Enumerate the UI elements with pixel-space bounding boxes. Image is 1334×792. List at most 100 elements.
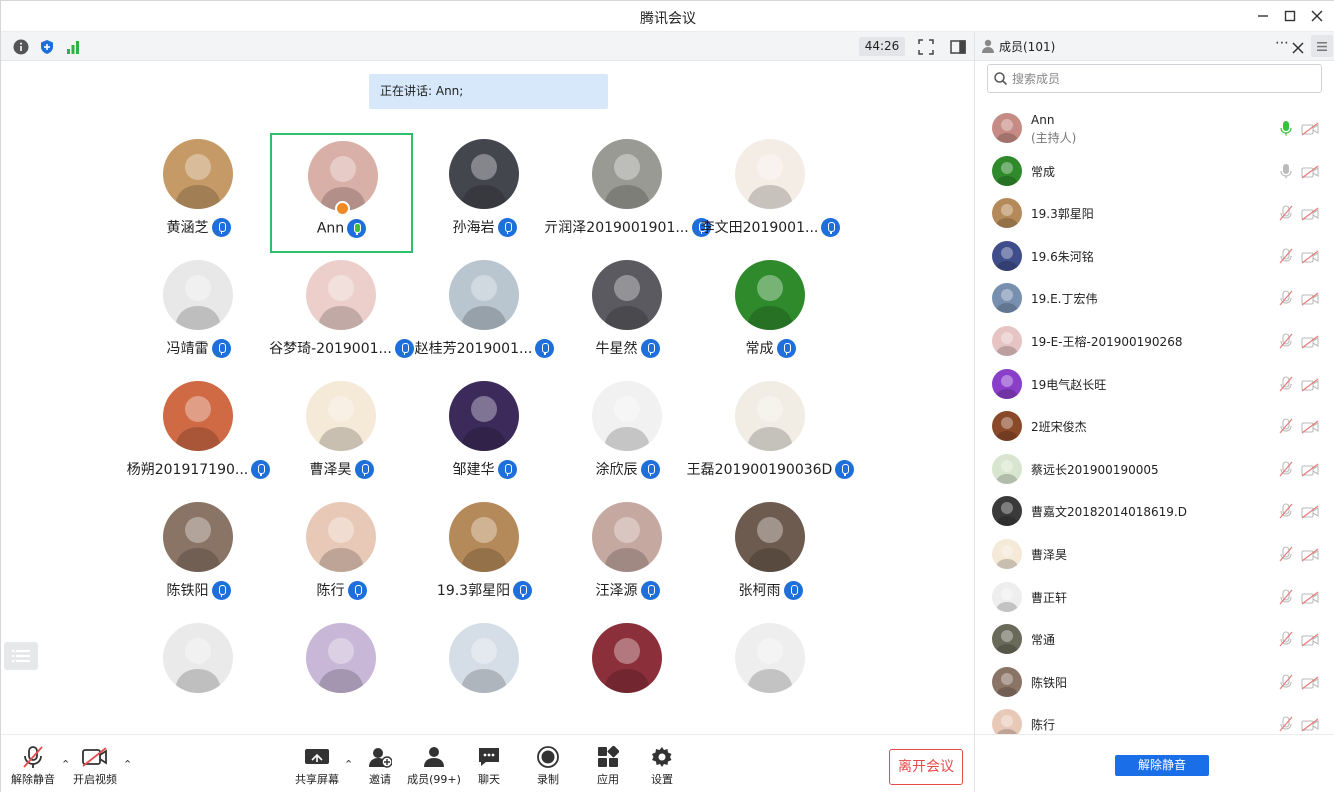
mic-muted-icon[interactable] xyxy=(1279,418,1293,434)
participant-tile[interactable]: 19.3郭星阳 xyxy=(413,496,556,616)
maximize-icon[interactable] xyxy=(1279,5,1301,27)
window-title: 腾讯会议 xyxy=(640,11,696,27)
fullscreen-icon[interactable] xyxy=(917,38,935,56)
member-search-input[interactable] xyxy=(1012,69,1312,89)
video-off-icon[interactable] xyxy=(1301,590,1319,605)
participant-tile[interactable]: 邹建华 xyxy=(413,375,556,495)
member-row[interactable]: 19.3郭星阳 xyxy=(975,191,1334,234)
start-video-button[interactable]: 开启视频 xyxy=(65,745,125,787)
chat-button[interactable]: 聊天 xyxy=(459,745,519,787)
mic-muted-icon[interactable] xyxy=(1279,333,1293,349)
participant-tile[interactable]: 常成 xyxy=(699,254,842,374)
unmute-all-button[interactable]: 解除静音 xyxy=(1115,755,1209,776)
member-row[interactable]: 陈行 xyxy=(975,702,1334,734)
mic-icon xyxy=(497,459,517,479)
members-icon xyxy=(404,745,464,769)
share-screen-button[interactable]: 共享屏幕 xyxy=(287,745,347,787)
participant-tile[interactable]: 曹泽昊 xyxy=(270,375,413,495)
gear-icon xyxy=(632,745,692,769)
mic-muted-icon[interactable] xyxy=(1279,290,1293,306)
network-signal-icon[interactable] xyxy=(64,38,82,56)
mic-muted-icon[interactable] xyxy=(1279,716,1293,732)
video-off-icon[interactable] xyxy=(1301,121,1319,136)
member-row[interactable]: 常通 xyxy=(975,617,1334,660)
member-row[interactable]: 19.E.丁宏伟 xyxy=(975,276,1334,319)
participant-tile[interactable]: 亓润泽2019001901... xyxy=(544,133,711,253)
leave-meeting-button[interactable]: 离开会议 xyxy=(889,749,963,785)
mic-muted-icon[interactable] xyxy=(1279,546,1293,562)
close-icon[interactable] xyxy=(1306,5,1328,27)
video-off-icon[interactable] xyxy=(1301,717,1319,732)
video-off-icon[interactable] xyxy=(1301,504,1319,519)
participant-tile[interactable] xyxy=(413,617,556,734)
member-row[interactable]: 曹正轩 xyxy=(975,575,1334,618)
video-off-icon[interactable] xyxy=(1301,675,1319,690)
mic-muted-icon[interactable] xyxy=(1279,674,1293,690)
participant-tile[interactable] xyxy=(699,617,842,734)
member-row[interactable]: 19-E-王榕-201900190268 xyxy=(975,319,1334,362)
video-off-icon[interactable] xyxy=(1301,206,1319,221)
participant-tile[interactable]: Ann xyxy=(270,133,413,253)
member-row[interactable]: Ann (主持人) xyxy=(975,106,1334,149)
member-row[interactable]: 2班宋俊杰 xyxy=(975,404,1334,447)
member-row[interactable]: 19电气赵长旺 xyxy=(975,362,1334,405)
video-off-icon[interactable] xyxy=(1301,632,1319,647)
video-off-icon[interactable] xyxy=(1301,249,1319,264)
security-shield-icon[interactable] xyxy=(38,38,56,56)
mic-icon[interactable] xyxy=(1279,120,1293,136)
mic-muted-icon[interactable] xyxy=(1279,248,1293,264)
settings-button[interactable]: 设置 xyxy=(632,745,692,787)
participant-tile[interactable]: 张柯雨 xyxy=(699,496,842,616)
member-row[interactable]: 曹嘉文20182014018619.D xyxy=(975,489,1334,532)
participant-tile[interactable]: 陈铁阳 xyxy=(127,496,270,616)
participant-tile[interactable]: 王磊201900190036D xyxy=(687,375,855,495)
member-row[interactable]: 曹泽昊 xyxy=(975,532,1334,575)
participant-tile[interactable]: 孙海岩 xyxy=(413,133,556,253)
participant-tile[interactable] xyxy=(270,617,413,734)
invite-button[interactable]: 邀请 xyxy=(350,745,410,787)
video-off-icon[interactable] xyxy=(1301,462,1319,477)
menu-icon[interactable] xyxy=(1311,35,1333,57)
participant-tile[interactable] xyxy=(127,617,270,734)
mic-muted-icon[interactable] xyxy=(1279,588,1293,605)
mic-muted-icon[interactable] xyxy=(1279,205,1293,221)
participant-tile[interactable]: 杨朔201917190... xyxy=(127,375,271,495)
video-off-icon[interactable] xyxy=(1301,419,1319,434)
member-row[interactable]: 陈铁阳 xyxy=(975,660,1334,703)
participant-tile[interactable]: 涂欣辰 xyxy=(556,375,699,495)
video-off-icon[interactable] xyxy=(1301,164,1319,179)
mic-muted-icon[interactable] xyxy=(1279,461,1293,477)
participant-tile[interactable]: 汪泽源 xyxy=(556,496,699,616)
toggle-panel-icon[interactable] xyxy=(949,38,967,56)
video-off-icon[interactable] xyxy=(1301,291,1319,306)
apps-button[interactable]: 应用 xyxy=(578,745,638,787)
avatar xyxy=(163,381,233,451)
video-options-chevron-icon[interactable]: ⌃ xyxy=(123,758,132,771)
minimize-icon[interactable] xyxy=(1252,5,1274,27)
participant-tile[interactable]: 谷梦琦-2019001... xyxy=(269,254,414,374)
participant-tile[interactable]: 冯靖雷 xyxy=(127,254,270,374)
video-off-icon[interactable] xyxy=(1301,547,1319,562)
participant-tile[interactable]: 赵桂芳2019001... xyxy=(413,254,556,374)
record-button[interactable]: 录制 xyxy=(518,745,578,787)
participant-tile[interactable]: 黄涵芝 xyxy=(127,133,270,253)
more-options-icon[interactable]: ⋯ xyxy=(1275,35,1289,51)
mic-muted-icon[interactable] xyxy=(1279,503,1293,519)
close-panel-icon[interactable] xyxy=(1292,39,1304,58)
member-row[interactable]: 蔡远长201900190005 xyxy=(975,447,1334,490)
mic-muted-icon[interactable] xyxy=(1279,376,1293,392)
list-view-button[interactable] xyxy=(4,642,38,670)
member-row[interactable]: 19.6朱河铭 xyxy=(975,234,1334,277)
participant-tile[interactable] xyxy=(556,617,699,734)
members-button[interactable]: 成员(99+) xyxy=(404,745,464,787)
member-row[interactable]: 常成 xyxy=(975,149,1334,192)
video-off-icon[interactable] xyxy=(1301,377,1319,392)
mic-muted-icon[interactable] xyxy=(1279,631,1293,647)
mic-icon[interactable] xyxy=(1279,163,1293,179)
info-icon[interactable] xyxy=(12,38,30,56)
participant-tile[interactable]: 陈行 xyxy=(270,496,413,616)
video-off-icon[interactable] xyxy=(1301,334,1319,349)
participant-tile[interactable]: 牛星然 xyxy=(556,254,699,374)
participant-tile[interactable]: 李文田2019001... xyxy=(699,133,842,253)
unmute-button[interactable]: 解除静音 xyxy=(3,745,63,787)
